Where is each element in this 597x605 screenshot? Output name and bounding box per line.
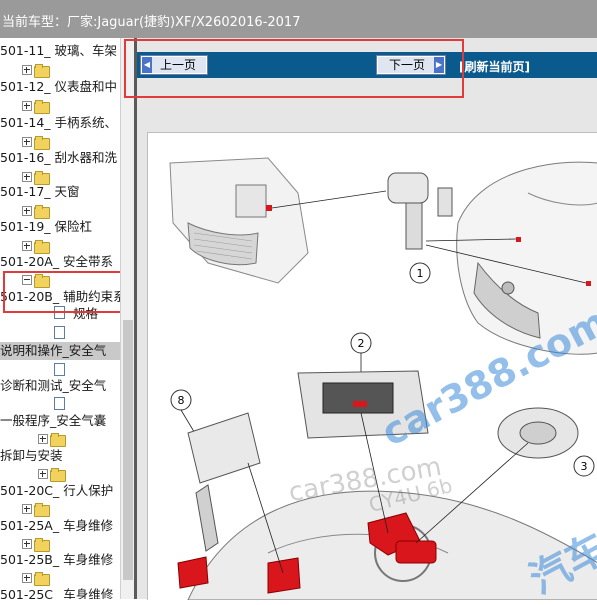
- vehicle-model-title: 当前车型：厂家:Jaguar(捷豹)XF/X2602016-2017: [2, 15, 301, 30]
- tree-item-label: 501-17_ 天窗: [0, 184, 80, 199]
- section-tree: 501-11_ 玻璃、车架 501-12_ 仪表盘和中 501-14_ 手柄系统…: [0, 38, 120, 599]
- folder-icon: [34, 572, 50, 586]
- tree-item[interactable]: 501-12_ 仪表盘和中: [0, 78, 117, 96]
- tree-item-label: 501-19_ 保险杠: [0, 219, 92, 234]
- expand-icon[interactable]: [22, 101, 32, 111]
- content-frame: ◀ 上一页 下一页 ▶ [刷新当前页] 1 2 8 3 car388.com c…: [137, 38, 597, 603]
- folder-icon: [34, 100, 50, 114]
- tree-item[interactable]: 501-14_ 手柄系统、: [0, 114, 117, 132]
- document-icon: [54, 363, 65, 376]
- expand-icon[interactable]: [22, 206, 32, 216]
- tree-item-label: 501-20A_ 安全带系: [0, 254, 114, 269]
- tree-item-label: 拆卸与安装: [0, 448, 63, 463]
- refresh-page-link[interactable]: [刷新当前页]: [459, 58, 530, 75]
- tree-item[interactable]: 501-25B_ 车身维修: [0, 551, 113, 569]
- tree-item[interactable]: 501-16_ 刮水器和洗: [0, 149, 117, 167]
- expand-icon[interactable]: [22, 172, 32, 182]
- tree-item-diagnosis-testing[interactable]: 诊断和测试_安全气: [0, 377, 106, 395]
- tree-item-description-operation[interactable]: 说明和操作_安全气: [0, 342, 120, 360]
- tree-item-label: 501-11_ 玻璃、车架: [0, 43, 117, 58]
- document-icon: [54, 397, 65, 410]
- expand-icon[interactable]: [22, 137, 32, 147]
- expand-icon[interactable]: [22, 539, 32, 549]
- tree-item-label: 501-25C_ 车身维修: [0, 587, 114, 599]
- tree-item-label: 501-20C_ 行人保护: [0, 483, 114, 498]
- tree-item-general-procedures[interactable]: 一般程序_安全气囊: [0, 412, 106, 430]
- tree-item-label: 诊断和测试_安全气: [0, 378, 107, 393]
- expand-icon[interactable]: [22, 65, 32, 75]
- folder-icon: [50, 468, 66, 482]
- tree-item[interactable]: 501-11_ 玻璃、车架: [0, 42, 117, 60]
- manual-page: 1 2 8 3 car388.com car388.com CY4U 6b 汽车…: [147, 132, 597, 603]
- tree-item[interactable]: 501-20A_ 安全带系: [0, 253, 113, 271]
- expand-icon[interactable]: [38, 469, 48, 479]
- airbag-components-diagram: 1 2 8 3: [169, 157, 597, 601]
- tree-item-label: 501-14_ 手柄系统、: [0, 115, 117, 130]
- tree-item[interactable]: 501-19_ 保险杠: [0, 218, 92, 236]
- tree-item-label: 一般程序_安全气囊: [0, 413, 107, 428]
- tree-item-removal-installation[interactable]: 拆卸与安装: [0, 447, 63, 465]
- highlight-box-tree: [3, 271, 130, 313]
- callout-2: 2: [358, 337, 365, 350]
- tree-item-label: 说明和操作_安全气: [0, 343, 107, 358]
- front-grille-illustration: [169, 157, 387, 284]
- folder-icon: [34, 503, 50, 517]
- highlight-box-nav: [124, 39, 464, 98]
- expand-icon[interactable]: [38, 434, 48, 444]
- callout-3: 3: [581, 460, 588, 473]
- callout-8: 8: [178, 394, 185, 407]
- tree-item[interactable]: 501-25C_ 车身维修: [0, 586, 113, 599]
- expand-icon[interactable]: [22, 504, 32, 514]
- folder-icon: [34, 64, 50, 78]
- tree-item[interactable]: 501-17_ 天窗: [0, 183, 80, 201]
- expand-icon[interactable]: [22, 241, 32, 251]
- tree-item-label: 501-25A_ 车身维修: [0, 518, 114, 533]
- tree-item[interactable]: 501-25A_ 车身维修: [0, 517, 113, 535]
- impact-sensor-illustration: 1: [387, 172, 453, 284]
- callout-1: 1: [417, 267, 424, 280]
- document-icon: [54, 326, 65, 339]
- tree-item-label: 501-16_ 刮水器和洗: [0, 150, 117, 165]
- scrollbar-thumb[interactable]: [123, 320, 133, 580]
- clock-spring-illustration: 3: [497, 407, 595, 477]
- expand-icon[interactable]: [22, 573, 32, 583]
- folder-icon: [50, 433, 66, 447]
- tree-item-label: 501-12_ 仪表盘和中: [0, 79, 117, 94]
- tree-item[interactable]: 501-20C_ 行人保护: [0, 482, 113, 500]
- tree-item-label: 501-25B_ 车身维修: [0, 552, 114, 567]
- tree-scrollbar[interactable]: [120, 38, 135, 599]
- title-bar: 当前车型：厂家:Jaguar(捷豹)XF/X2602016-2017: [0, 0, 597, 38]
